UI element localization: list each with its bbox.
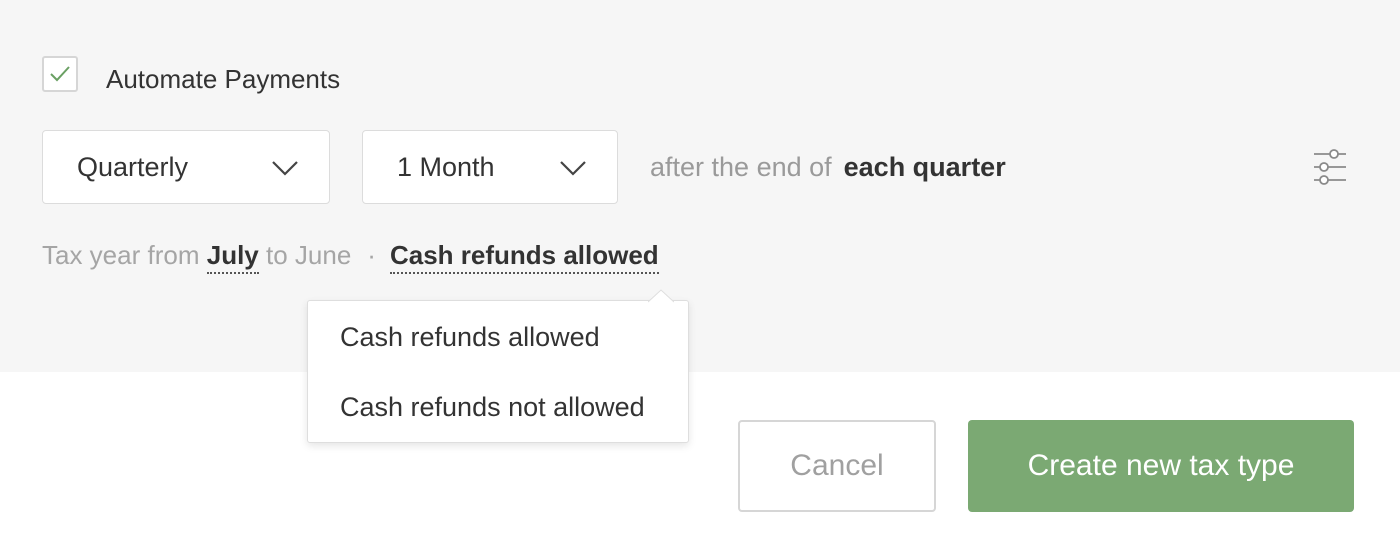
chevron-down-icon: [560, 161, 586, 176]
automate-payments-checkbox[interactable]: [42, 56, 78, 92]
sliders-icon[interactable]: [1310, 148, 1350, 186]
frequency-select[interactable]: Quarterly: [42, 130, 330, 204]
frequency-value: Quarterly: [77, 152, 189, 182]
popover-arrow: [648, 289, 674, 303]
tax-year-info: Tax year from July to June · Cash refunds …: [42, 234, 659, 276]
option-cash-refunds-allowed[interactable]: Cash refunds allowed: [340, 317, 600, 357]
offset-select[interactable]: 1 Month: [362, 130, 618, 204]
automate-payments-label: Automate Payments: [106, 64, 341, 94]
chevron-down-icon: [272, 161, 298, 176]
tax-year-end: to June: [266, 240, 352, 270]
tax-year-prefix: Tax year from: [42, 240, 200, 270]
period-text: each quarter: [843, 152, 1006, 182]
cancel-button[interactable]: Cancel: [738, 420, 936, 512]
separator-dot: ·: [367, 240, 376, 270]
refund-policy-link[interactable]: Cash refunds allowed: [389, 240, 659, 274]
check-icon: [50, 66, 70, 82]
refund-policy-dropdown: Cash refunds allowed Cash refunds not al…: [307, 289, 689, 443]
tax-year-start-link[interactable]: July: [206, 240, 259, 274]
create-tax-type-button[interactable]: Create new tax type: [968, 420, 1354, 512]
after-text: after the end of: [650, 152, 832, 182]
option-cash-refunds-not-allowed[interactable]: Cash refunds not allowed: [340, 387, 645, 427]
offset-value: 1 Month: [397, 152, 495, 182]
schedule-description: after the end of each quarter: [650, 130, 1006, 204]
